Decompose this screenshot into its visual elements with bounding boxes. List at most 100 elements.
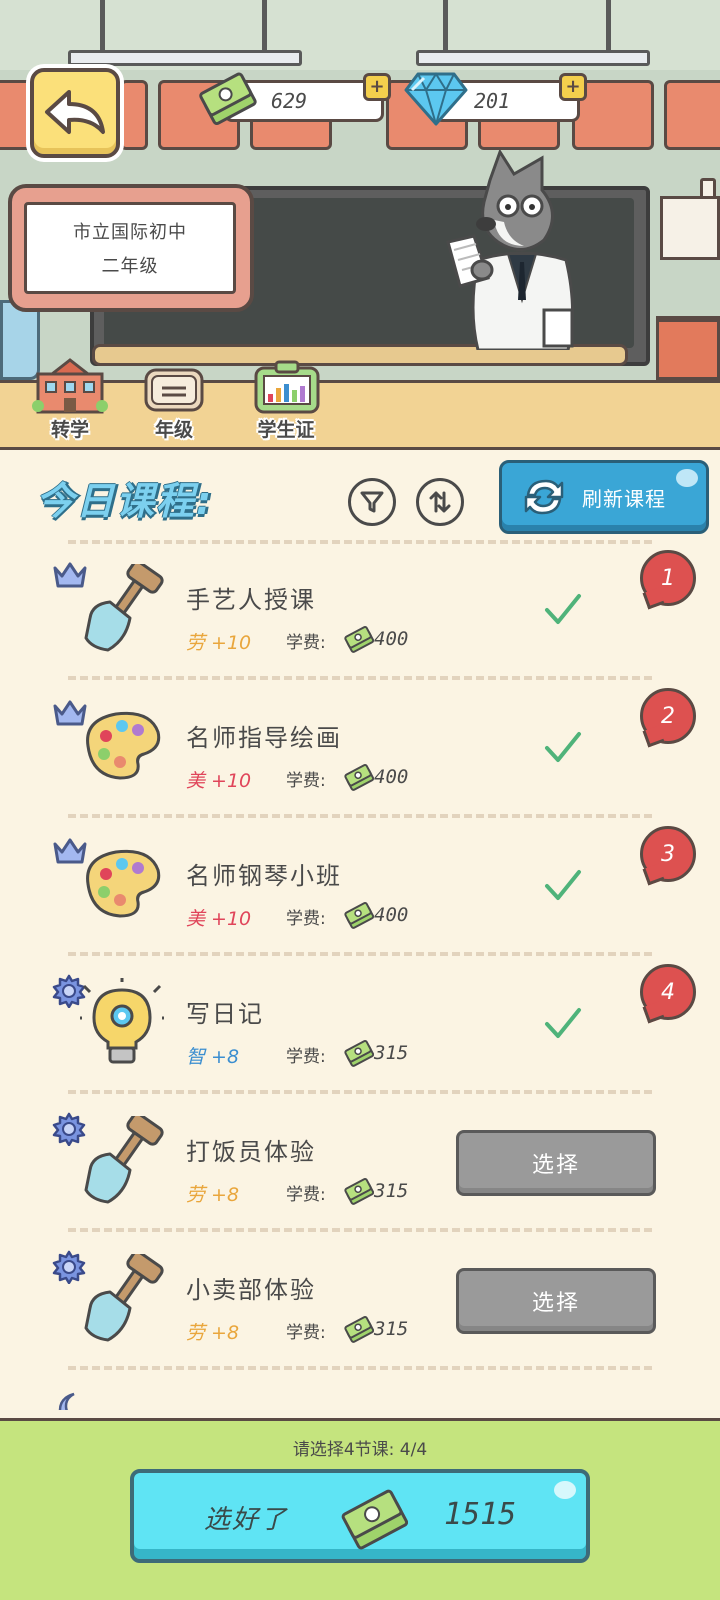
cash-stack-icon <box>199 72 257 126</box>
selection-order-badge: 4 <box>640 964 696 1020</box>
course-row[interactable]: 写日记 智 +8 学费: 315 4 <box>0 954 720 1092</box>
school-building-icon <box>32 358 108 414</box>
lightbulb-icon <box>80 978 164 1064</box>
button-shine <box>676 469 698 487</box>
back-button[interactable] <box>30 68 120 158</box>
cash-stack-icon <box>344 764 374 791</box>
transfer-school-button[interactable]: 转学 <box>20 358 120 442</box>
selection-order-badge: 3 <box>640 826 696 882</box>
course-stat: 劳 +8 <box>186 1184 240 1206</box>
cash-stack-icon <box>344 626 374 653</box>
cash-stack-icon <box>341 1489 408 1550</box>
list-divider <box>68 1366 652 1370</box>
bottom-bar: 请选择4节课: 4/4 选好了 1515 <box>0 1418 720 1600</box>
course-stat: 劳 +8 <box>186 1322 240 1344</box>
student-card-button[interactable]: 学生证 <box>236 358 336 442</box>
student-card-icon <box>254 360 320 414</box>
wolf-teacher-character <box>446 150 574 350</box>
course-fee: 400 <box>374 904 409 926</box>
wall-brick <box>120 80 148 150</box>
fee-label: 学费: <box>286 1185 326 1205</box>
student-card-label: 学生证 <box>257 419 315 441</box>
moon-icon <box>58 1392 75 1410</box>
paint-palette-icon <box>86 711 161 780</box>
wall-poster <box>660 196 720 260</box>
fee-label: 学费: <box>286 1047 326 1067</box>
course-row[interactable]: 打饭员体验 劳 +8 学费: 315 选择 <box>0 1092 720 1230</box>
sort-button[interactable] <box>416 478 464 526</box>
cash-stack-icon <box>344 1040 374 1067</box>
course-fee: 400 <box>374 766 409 788</box>
confirm-selection-button[interactable]: 选好了 1515 <box>130 1469 590 1563</box>
fee-label: 学费: <box>286 771 326 791</box>
filter-button[interactable] <box>348 478 396 526</box>
course-name: 名师指导绘画 <box>186 724 342 752</box>
cash-stack-icon <box>344 1316 374 1343</box>
refresh-courses-label: 刷新课程 <box>582 486 666 511</box>
fee-label: 学费: <box>286 1323 326 1343</box>
checkmark-icon <box>545 732 581 762</box>
course-row[interactable]: 名师指导绘画 美 +10 学费: 400 2 <box>0 678 720 816</box>
course-stat: 劳 +10 <box>186 632 252 654</box>
select-course-button[interactable]: 选择 <box>456 1268 656 1334</box>
school-name: 市立国际初中 <box>73 222 187 243</box>
ceiling-lamp <box>68 50 302 66</box>
fee-label: 学费: <box>286 909 326 929</box>
diamond-icon <box>404 72 468 126</box>
add-gems-button[interactable]: + <box>559 73 587 101</box>
back-arrow-icon <box>45 90 105 134</box>
add-cash-button[interactable]: + <box>363 73 391 101</box>
grade-label: 年级 <box>154 419 193 441</box>
course-name: 打饭员体验 <box>186 1138 316 1166</box>
course-stat: 智 +8 <box>186 1046 240 1068</box>
grade-button[interactable]: 年级 <box>124 358 224 442</box>
course-row[interactable]: 名师钢琴小班 美 +10 学费: 400 3 <box>0 816 720 954</box>
lamp-rod <box>606 0 611 52</box>
cash-stack-icon <box>344 902 374 929</box>
shovel-icon <box>84 1254 164 1342</box>
total-cost: 1515 <box>444 1497 517 1532</box>
filter-icon <box>360 491 384 513</box>
hanging-banner <box>656 316 720 380</box>
checkmark-icon <box>545 594 581 624</box>
course-name: 手艺人授课 <box>186 586 316 614</box>
course-stat: 美 +10 <box>186 770 252 792</box>
select-course-button[interactable]: 选择 <box>456 1130 656 1196</box>
selection-order-badge: 2 <box>640 688 696 744</box>
course-fee: 400 <box>374 628 409 650</box>
lamp-rod <box>262 0 267 52</box>
fee-label: 学费: <box>286 633 326 653</box>
refresh-icon <box>524 479 564 515</box>
refresh-courses-button[interactable]: 刷新课程 <box>499 460 709 534</box>
todays-courses-title: 今日课程: <box>36 479 214 523</box>
course-name: 名师钢琴小班 <box>186 862 342 890</box>
cash-stack-icon <box>344 1178 374 1205</box>
course-list[interactable]: 手艺人授课 劳 +10 学费: 400 1 名师指导绘画 美 +10 学费: 4… <box>0 540 720 1410</box>
transfer-school-label: 转学 <box>50 419 89 441</box>
course-row[interactable]: 手艺人授课 劳 +10 学费: 400 1 <box>0 540 720 678</box>
course-name: 小卖部体验 <box>186 1276 316 1304</box>
selection-hint: 请选择4节课: 4/4 <box>292 1440 428 1460</box>
course-name: 写日记 <box>186 1000 264 1028</box>
confirm-label: 选好了 <box>204 1505 289 1535</box>
paint-palette-icon <box>86 849 161 918</box>
lamp-rod <box>443 0 448 52</box>
course-fee: 315 <box>374 1318 409 1340</box>
checkmark-icon <box>545 870 581 900</box>
lamp-rod <box>100 0 105 52</box>
course-fee: 315 <box>374 1042 409 1064</box>
grade-name: 二年级 <box>101 256 159 277</box>
sort-icon <box>429 491 451 513</box>
wall-brick <box>664 80 720 150</box>
button-shine <box>554 1481 576 1499</box>
course-stat: 美 +10 <box>186 908 252 930</box>
ceiling-lamp <box>416 50 650 66</box>
shovel-icon <box>84 1116 164 1204</box>
shovel-icon <box>84 564 164 652</box>
course-row[interactable]: 小卖部体验 劳 +8 学费: 315 选择 <box>0 1230 720 1368</box>
checkmark-icon <box>545 1008 581 1038</box>
school-name-sign: 市立国际初中 二年级 <box>8 184 254 312</box>
selection-order-badge: 1 <box>640 550 696 606</box>
course-fee: 315 <box>374 1180 409 1202</box>
grade-book-icon <box>144 368 204 412</box>
